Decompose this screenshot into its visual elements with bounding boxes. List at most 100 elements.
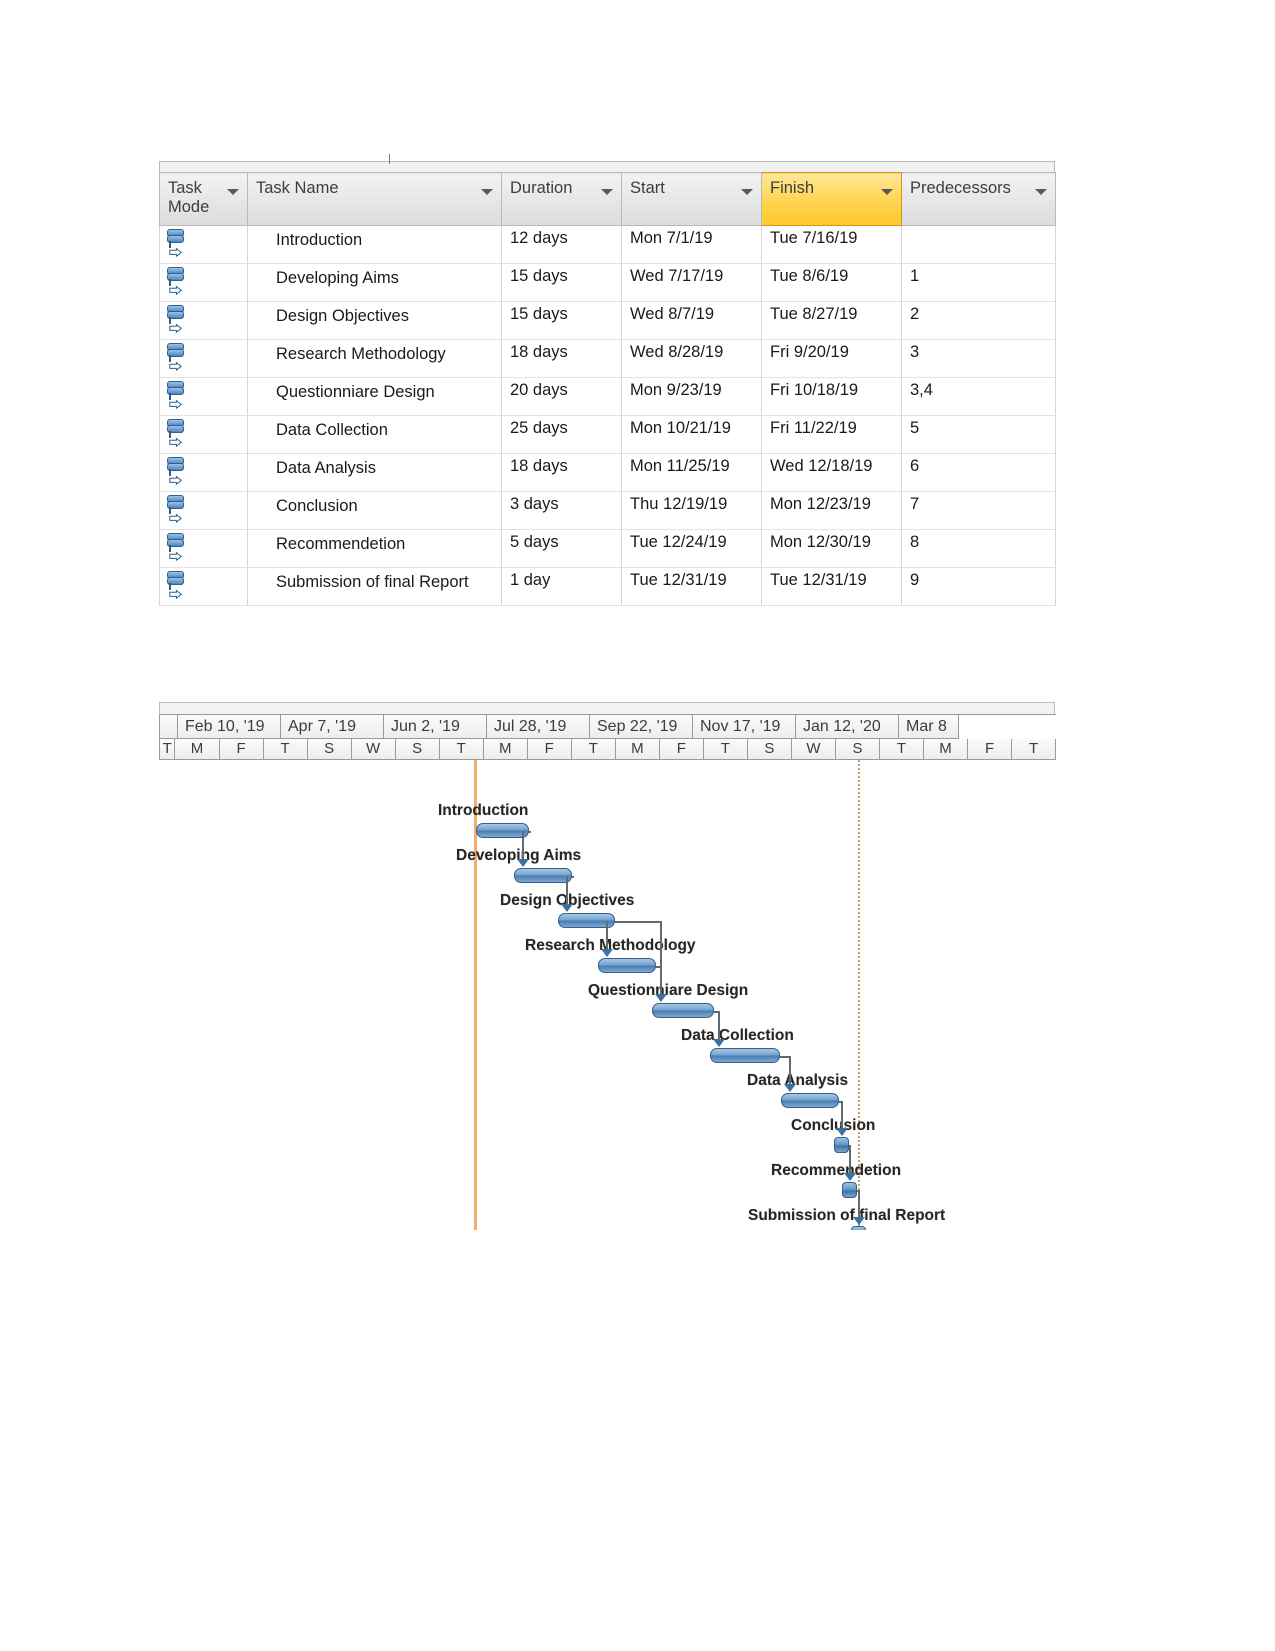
column-header-start[interactable]: Start (621, 172, 762, 226)
column-header-task-name[interactable]: Task Name (247, 172, 502, 226)
cell-predecessors[interactable] (901, 225, 1056, 264)
cell-duration[interactable]: 20 days (501, 377, 622, 416)
gantt-task-bar[interactable] (652, 1003, 714, 1018)
table-row[interactable]: Conclusion 3 days Thu 12/19/19 Mon 12/23/19… (159, 491, 1056, 530)
cell-task-name[interactable]: Developing Aims (247, 263, 502, 302)
gantt-task-bar[interactable] (710, 1048, 780, 1063)
cell-start[interactable]: Mon 11/25/19 (621, 453, 762, 492)
column-header-finish[interactable]: Finish (761, 172, 902, 226)
cell-duration[interactable]: 3 days (501, 491, 622, 530)
cell-task-name[interactable]: Introduction (247, 225, 502, 264)
cell-finish[interactable]: Fri 10/18/19 (761, 377, 902, 416)
auto-schedule-icon[interactable] (166, 571, 188, 600)
cell-start[interactable]: Tue 12/31/19 (621, 567, 762, 606)
table-row[interactable]: Recommendetion 5 days Tue 12/24/19 Mon 12/3… (159, 529, 1056, 568)
cell-finish[interactable]: Fri 9/20/19 (761, 339, 902, 378)
cell-start[interactable]: Wed 8/28/19 (621, 339, 762, 378)
cell-finish[interactable]: Tue 8/6/19 (761, 263, 902, 302)
cell-task-mode[interactable] (159, 453, 248, 492)
cell-finish[interactable]: Wed 12/18/19 (761, 453, 902, 492)
gantt-milestone-bar[interactable] (851, 1226, 866, 1230)
column-header-task-mode[interactable]: Task Mode (159, 172, 248, 226)
chevron-down-icon[interactable] (881, 189, 893, 195)
cell-start[interactable]: Tue 12/24/19 (621, 529, 762, 568)
cell-task-mode[interactable] (159, 415, 248, 454)
cell-start[interactable]: Wed 8/7/19 (621, 301, 762, 340)
cell-predecessors[interactable]: 8 (901, 529, 1056, 568)
auto-schedule-icon[interactable] (166, 229, 188, 258)
chevron-down-icon[interactable] (601, 189, 613, 195)
cell-finish[interactable]: Mon 12/30/19 (761, 529, 902, 568)
split-handle[interactable] (389, 154, 390, 164)
column-header-duration[interactable]: Duration (501, 172, 622, 226)
cell-predecessors[interactable]: 3 (901, 339, 1056, 378)
table-row[interactable]: Introduction 12 days Mon 7/1/19 Tue 7/16/19 (159, 225, 1056, 264)
cell-task-mode[interactable] (159, 263, 248, 302)
cell-predecessors[interactable]: 3,4 (901, 377, 1056, 416)
cell-start[interactable]: Mon 10/21/19 (621, 415, 762, 454)
auto-schedule-icon[interactable] (166, 343, 188, 372)
cell-task-mode[interactable] (159, 491, 248, 530)
cell-task-name[interactable]: Conclusion (247, 491, 502, 530)
sheet-splitter-bar[interactable] (159, 154, 1055, 172)
auto-schedule-icon[interactable] (166, 495, 188, 524)
cell-duration[interactable]: 15 days (501, 301, 622, 340)
cell-predecessors[interactable]: 7 (901, 491, 1056, 530)
cell-task-name[interactable]: Research Methodology (247, 339, 502, 378)
chevron-down-icon[interactable] (227, 189, 239, 195)
auto-schedule-icon[interactable] (166, 419, 188, 448)
cell-task-name[interactable]: Questionniare Design (247, 377, 502, 416)
auto-schedule-icon[interactable] (166, 457, 188, 486)
column-header-predecessors[interactable]: Predecessors (901, 172, 1056, 226)
cell-finish[interactable]: Tue 7/16/19 (761, 225, 902, 264)
table-row[interactable]: Questionniare Design 20 days Mon 9/23/19 Fr… (159, 377, 1056, 416)
chevron-down-icon[interactable] (481, 189, 493, 195)
cell-task-name[interactable]: Submission of final Report (247, 567, 502, 606)
cell-finish[interactable]: Tue 8/27/19 (761, 301, 902, 340)
auto-schedule-icon[interactable] (166, 267, 188, 296)
cell-predecessors[interactable]: 6 (901, 453, 1056, 492)
gantt-task-bar[interactable] (781, 1093, 839, 1108)
table-row[interactable]: Data Analysis 18 days Mon 11/25/19 Wed 12/1… (159, 453, 1056, 492)
cell-start[interactable]: Mon 9/23/19 (621, 377, 762, 416)
cell-start[interactable]: Wed 7/17/19 (621, 263, 762, 302)
auto-schedule-icon[interactable] (166, 533, 188, 562)
cell-duration[interactable]: 25 days (501, 415, 622, 454)
gantt-task-bar[interactable] (598, 958, 656, 973)
chevron-down-icon[interactable] (741, 189, 753, 195)
cell-duration[interactable]: 15 days (501, 263, 622, 302)
gantt-milestone-bar[interactable] (834, 1137, 849, 1153)
cell-task-name[interactable]: Data Collection (247, 415, 502, 454)
cell-task-mode[interactable] (159, 225, 248, 264)
table-row[interactable]: Submission of final Report 1 day Tue 12/31… (159, 567, 1056, 606)
cell-task-mode[interactable] (159, 567, 248, 606)
cell-duration[interactable]: 1 day (501, 567, 622, 606)
cell-task-name[interactable]: Design Objectives (247, 301, 502, 340)
auto-schedule-icon[interactable] (166, 381, 188, 410)
table-row[interactable]: Developing Aims 15 days Wed 7/17/19 Tue 8/6… (159, 263, 1056, 302)
cell-task-mode[interactable] (159, 339, 248, 378)
cell-start[interactable]: Mon 7/1/19 (621, 225, 762, 264)
cell-duration[interactable]: 18 days (501, 453, 622, 492)
gantt-canvas[interactable]: Introduction Developing Aims Design Object… (159, 760, 1055, 1230)
cell-task-name[interactable]: Data Analysis (247, 453, 502, 492)
cell-finish[interactable]: Mon 12/23/19 (761, 491, 902, 530)
table-row[interactable]: Data Collection 25 days Mon 10/21/19 Fri 11… (159, 415, 1056, 454)
cell-task-name[interactable]: Recommendetion (247, 529, 502, 568)
cell-predecessors[interactable]: 2 (901, 301, 1056, 340)
cell-finish[interactable]: Tue 12/31/19 (761, 567, 902, 606)
cell-predecessors[interactable]: 9 (901, 567, 1056, 606)
cell-task-mode[interactable] (159, 377, 248, 416)
cell-duration[interactable]: 5 days (501, 529, 622, 568)
table-row[interactable]: Design Objectives 15 days Wed 8/7/19 Tue 8/… (159, 301, 1056, 340)
gantt-splitter-bar[interactable] (159, 702, 1055, 714)
cell-start[interactable]: Thu 12/19/19 (621, 491, 762, 530)
auto-schedule-icon[interactable] (166, 305, 188, 334)
cell-predecessors[interactable]: 5 (901, 415, 1056, 454)
cell-duration[interactable]: 18 days (501, 339, 622, 378)
cell-finish[interactable]: Fri 11/22/19 (761, 415, 902, 454)
cell-task-mode[interactable] (159, 529, 248, 568)
gantt-task-bar[interactable] (514, 868, 572, 883)
chevron-down-icon[interactable] (1035, 189, 1047, 195)
cell-predecessors[interactable]: 1 (901, 263, 1056, 302)
